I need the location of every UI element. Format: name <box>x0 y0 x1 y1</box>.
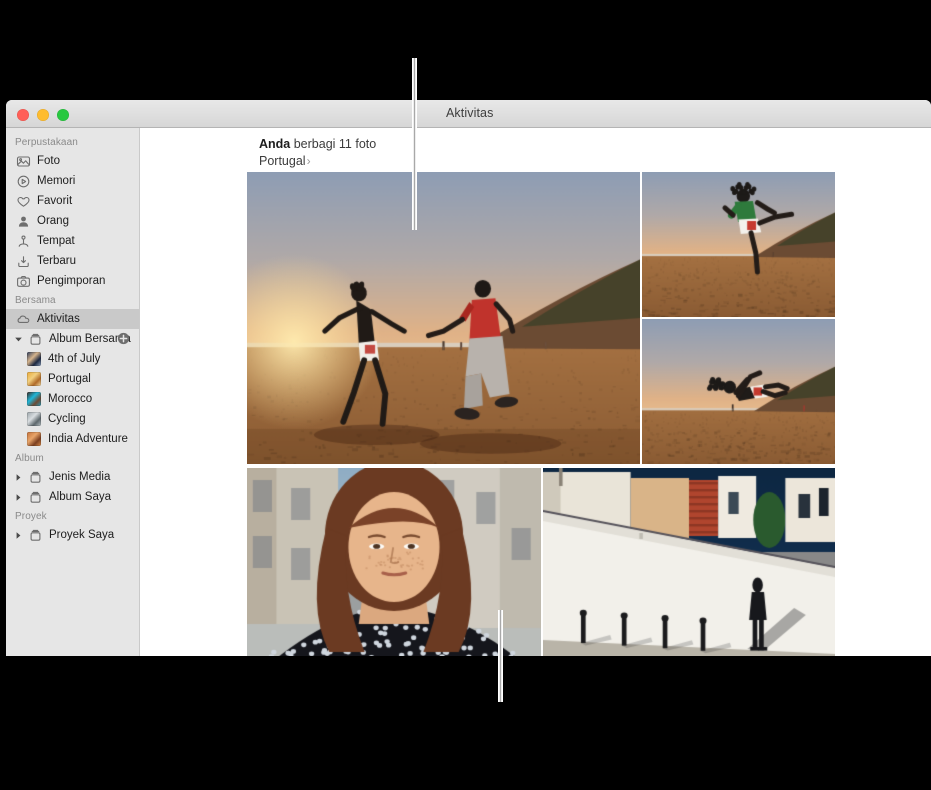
sidebar-section-header: Bersama <box>6 291 139 309</box>
photo-grid-row-top <box>247 172 835 464</box>
share-album-link[interactable]: Portugal› <box>259 153 376 170</box>
close-button[interactable] <box>17 109 29 121</box>
window-title: Aktivitas <box>446 106 493 120</box>
share-album-name: Portugal <box>259 154 306 168</box>
sidebar-item-label: Terbaru <box>37 255 76 267</box>
sidebar-item-4th-of-july[interactable]: 4th of July <box>6 349 139 369</box>
sidebar-item-album-bersama[interactable]: Album Bersama <box>6 329 139 349</box>
chevron-right-icon[interactable] <box>14 473 23 482</box>
add-shared-album-button[interactable] <box>117 332 130 345</box>
album-stack-icon <box>28 528 43 543</box>
photo-beach-flip[interactable] <box>642 319 835 464</box>
sidebar-item-label: Aktivitas <box>37 313 80 325</box>
sidebar-item-proyek-saya[interactable]: Proyek Saya <box>6 525 139 545</box>
sidebar-item-label: Orang <box>37 215 69 227</box>
sidebar-item-cycling[interactable]: Cycling <box>6 409 139 429</box>
sidebar-item-label: Jenis Media <box>49 471 110 483</box>
album-thumbnail <box>27 432 41 446</box>
photos-icon <box>16 154 31 169</box>
sidebar-item-label: Foto <box>37 155 60 167</box>
photo-grid <box>247 172 835 656</box>
sidebar-item-aktivitas[interactable]: Aktivitas <box>6 309 139 329</box>
sidebar-item-label: Morocco <box>48 393 92 405</box>
photo-grid-right-column <box>642 172 835 464</box>
album-thumbnail <box>27 352 41 366</box>
sidebar[interactable]: Perpustakaan Foto Memori Favorit Orang Tempat… <box>6 128 140 656</box>
photo-beach-sunset-couple-dancing[interactable] <box>247 172 640 464</box>
share-owner-name: Anda <box>259 137 290 151</box>
sidebar-item-album-saya[interactable]: Album Saya <box>6 487 139 507</box>
sidebar-item-tempat[interactable]: Tempat <box>6 231 139 251</box>
chevron-right-icon[interactable] <box>14 493 23 502</box>
sidebar-item-terbaru[interactable]: Terbaru <box>6 251 139 271</box>
sidebar-item-morocco[interactable]: Morocco <box>6 389 139 409</box>
sidebar-item-memori[interactable]: Memori <box>6 171 139 191</box>
album-stack-icon <box>28 490 43 505</box>
import-icon <box>16 274 31 289</box>
recents-icon <box>16 254 31 269</box>
album-stack-icon <box>28 470 43 485</box>
heart-icon <box>16 194 31 209</box>
sidebar-item-label: Pengimporan <box>37 275 105 287</box>
person-icon <box>16 214 31 229</box>
sidebar-section-header: Proyek <box>6 507 139 525</box>
sidebar-item-label: Memori <box>37 175 75 187</box>
chevron-right-icon[interactable] <box>14 531 23 540</box>
album-stack-icon <box>28 332 43 347</box>
memories-icon <box>16 174 31 189</box>
sidebar-item-label: India Adventure <box>48 433 128 445</box>
sidebar-item-label: Portugal <box>48 373 91 385</box>
share-summary-line: Anda berbagi 11 foto <box>259 136 376 153</box>
album-thumbnail <box>27 392 41 406</box>
traffic-light-group <box>17 109 69 121</box>
sidebar-item-label: Cycling <box>48 413 86 425</box>
callout-line-top <box>412 58 417 230</box>
sidebar-item-label: Album Saya <box>49 491 111 503</box>
window-titlebar[interactable]: Aktivitas <box>6 100 931 128</box>
sidebar-item-pengimporan[interactable]: Pengimporan <box>6 271 139 291</box>
sidebar-item-label: Tempat <box>37 235 75 247</box>
sidebar-section-header: Album <box>6 449 139 467</box>
sidebar-item-orang[interactable]: Orang <box>6 211 139 231</box>
share-header: Anda berbagi 11 foto Portugal› <box>259 136 376 170</box>
photo-beach-jump-kick[interactable] <box>642 172 835 317</box>
pin-icon <box>16 234 31 249</box>
content-area: Anda berbagi 11 foto Portugal› <box>140 128 931 656</box>
sidebar-item-jenis-media[interactable]: Jenis Media <box>6 467 139 487</box>
cloud-icon <box>16 312 31 327</box>
sidebar-item-label: Proyek Saya <box>49 529 114 541</box>
screenshot-root: Aktivitas Perpustakaan Foto Memori Favorit O… <box>0 0 931 790</box>
photo-grid-row-bottom <box>247 468 835 656</box>
album-thumbnail <box>27 412 41 426</box>
sidebar-item-label: 4th of July <box>48 353 100 365</box>
sidebar-item-india-adventure[interactable]: India Adventure <box>6 429 139 449</box>
sidebar-item-portugal[interactable]: Portugal <box>6 369 139 389</box>
callout-line-bottom <box>498 610 503 702</box>
share-summary-text: berbagi 11 foto <box>290 137 376 151</box>
sidebar-item-favorit[interactable]: Favorit <box>6 191 139 211</box>
photo-portrait-woman-polka-dots[interactable] <box>247 468 541 656</box>
sidebar-item-label: Favorit <box>37 195 72 207</box>
chevron-down-icon[interactable] <box>14 335 23 344</box>
sidebar-section-header: Perpustakaan <box>6 133 139 151</box>
zoom-button[interactable] <box>57 109 69 121</box>
chevron-right-icon: › <box>307 154 311 168</box>
album-thumbnail <box>27 372 41 386</box>
photos-app-window: Aktivitas Perpustakaan Foto Memori Favorit O… <box>6 100 931 656</box>
photo-white-wall-street-silhouette[interactable] <box>543 468 835 656</box>
sidebar-item-foto[interactable]: Foto <box>6 151 139 171</box>
minimize-button[interactable] <box>37 109 49 121</box>
